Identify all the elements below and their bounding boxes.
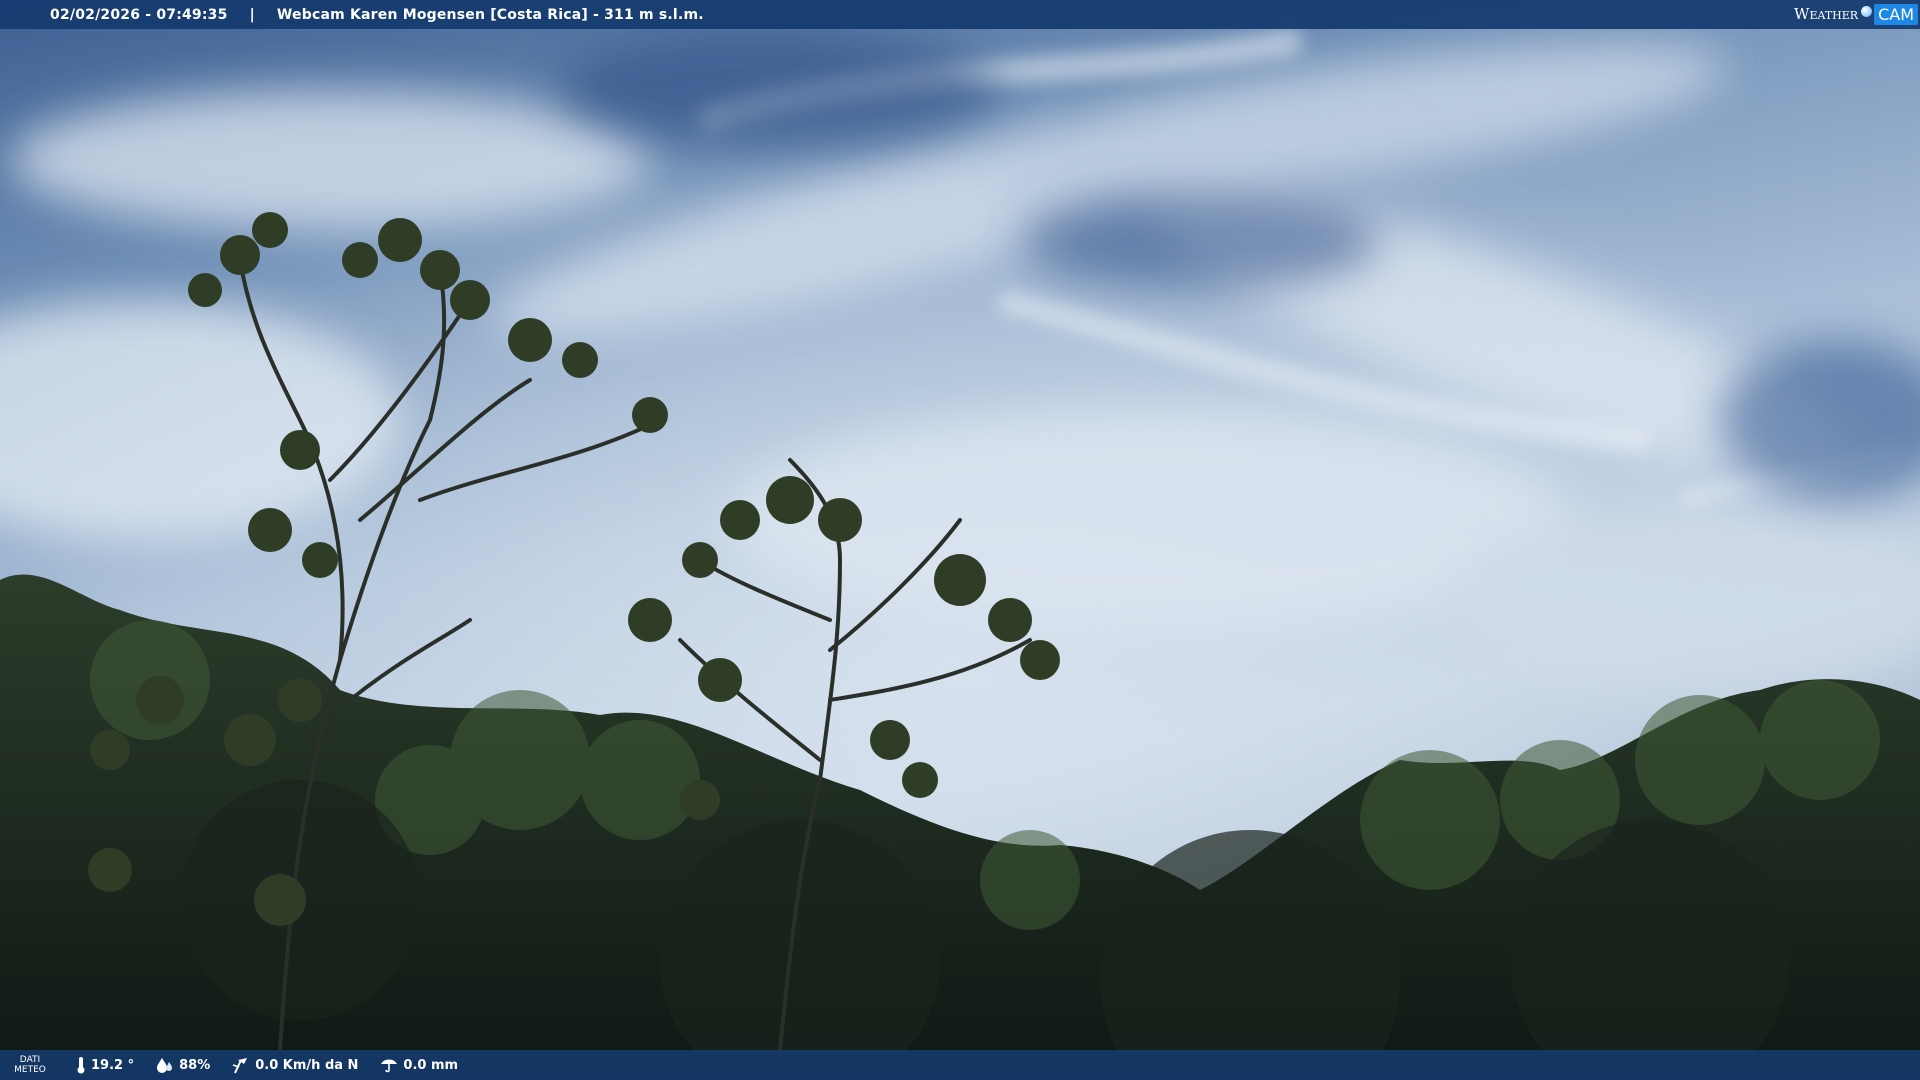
dati-meteo-label: DATI METEO xyxy=(0,1055,60,1075)
datetime-text: 02/02/2026 - 07:49:35 xyxy=(50,6,228,23)
top-overlay-bar: 02/02/2026 - 07:49:35 | Webcam Karen Mog… xyxy=(0,0,1920,29)
logo-weather-text: Weather xyxy=(1794,5,1859,23)
wind-vane-icon xyxy=(232,1058,248,1074)
wind-reading: 0.0 Km/h da N xyxy=(232,1056,358,1074)
humidity-reading: 88% xyxy=(156,1057,210,1073)
temperature-value: 19.2 ° xyxy=(91,1057,135,1073)
rain-gauge-icon xyxy=(381,1059,398,1073)
bottom-weather-bar: DATI METEO 19.2 ° 88% 0.0 Km/h da N 0.0 … xyxy=(0,1050,1920,1080)
separator: | xyxy=(249,6,255,23)
wind-value: 0.0 Km/h da N xyxy=(255,1057,359,1073)
rain-reading: 0.0 mm xyxy=(380,1057,458,1073)
webcam-frame: 02/02/2026 - 07:49:35 | Webcam Karen Mog… xyxy=(0,0,1920,1080)
temperature-reading: 19.2 ° xyxy=(76,1056,134,1074)
thermometer-icon xyxy=(77,1057,85,1074)
logo-cam-text: CAM xyxy=(1874,3,1918,25)
humidity-value: 88% xyxy=(179,1057,211,1073)
humidity-drop-icon xyxy=(157,1058,173,1073)
logo-globe-icon xyxy=(1861,5,1873,17)
webcam-caption: Webcam Karen Mogensen [Costa Rica] - 311… xyxy=(276,6,704,23)
dati-line1: DATI xyxy=(19,1055,41,1065)
webcam-image xyxy=(0,0,1920,1080)
dati-line2: METEO xyxy=(14,1065,46,1075)
weathercam-logo: Weather CAM xyxy=(1794,1,1918,27)
rain-value: 0.0 mm xyxy=(403,1057,459,1073)
